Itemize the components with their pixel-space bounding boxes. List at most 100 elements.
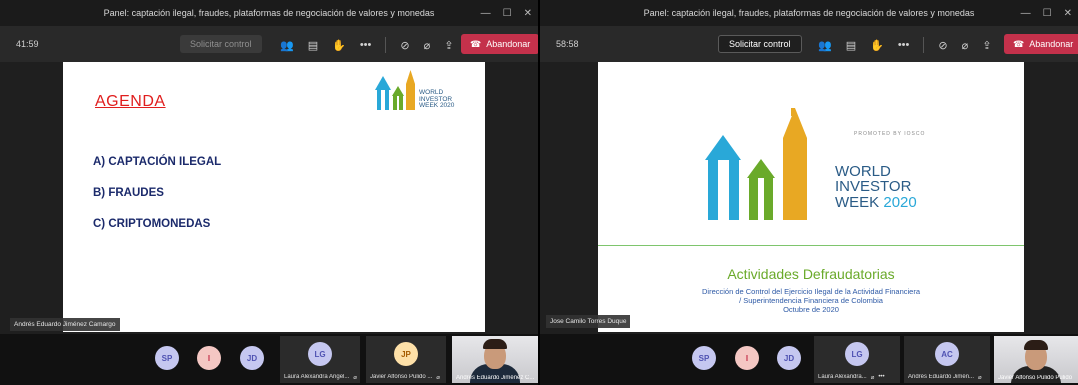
participant-avatar-jd[interactable]: JD xyxy=(240,346,264,370)
participant-tile-label: Laura Alexandra Angel... ⌀ xyxy=(284,374,358,381)
mic-off-icon[interactable]: ⌀ xyxy=(962,39,969,52)
participant-avatar-lg: LG xyxy=(308,342,332,366)
presenter-name-tag: Jose Camilo Torres Duque xyxy=(546,315,631,328)
mic-off-icon: ⌀ xyxy=(978,375,982,381)
more-icon[interactable]: ••• xyxy=(878,374,884,381)
participant-tile-lg[interactable]: LG Laura Alexandra... ⌀ ••• xyxy=(814,336,900,383)
window-title: Panel: captación ilegal, fraudes, plataf… xyxy=(643,8,975,18)
phone-icon: ☎ xyxy=(470,38,482,49)
participant-avatar-sp[interactable]: SP xyxy=(692,346,716,370)
more-icon[interactable]: ••• xyxy=(360,39,372,51)
participant-avatar-jd[interactable]: JD xyxy=(777,346,801,370)
leave-button-label: Abandonar xyxy=(1029,39,1074,49)
participant-tile-jp[interactable]: JP Javier Alfonso Pulido ... ⌀ xyxy=(366,336,446,383)
participants-icon[interactable]: 👥 xyxy=(280,39,294,52)
minimize-icon[interactable]: — xyxy=(481,8,491,19)
share-icon[interactable]: ⇪ xyxy=(982,39,991,52)
chat-icon[interactable]: ▤ xyxy=(308,39,318,52)
camera-tile[interactable]: Andrés Eduardo Jiménez C... xyxy=(452,336,538,383)
participant-tile-ac[interactable]: AC Andrés Eduardo Jimén... ⌀ xyxy=(904,336,990,383)
share-icon[interactable]: ⇪ xyxy=(444,39,453,52)
title-bar: Panel: captación ilegal, fraudes, plataf… xyxy=(0,0,538,26)
camera-tile[interactable]: Javier Alfonso Pulido Pulido xyxy=(994,336,1078,383)
logo-line-3: WEEK 2020 xyxy=(419,102,455,109)
teams-window-left: Panel: captación ilegal, fraudes, plataf… xyxy=(0,0,538,385)
teams-window-right: Panel: captación ilegal, fraudes, plataf… xyxy=(540,0,1078,385)
pencils-logo-icon xyxy=(705,108,807,220)
pencils-logo-icon xyxy=(375,70,415,110)
mic-off-icon: ⌀ xyxy=(436,375,440,381)
camera-tile-label: Andrés Eduardo Jiménez C... xyxy=(456,375,536,381)
slide-title: Actividades Defraudatorias xyxy=(727,266,895,282)
participant-avatar-i[interactable]: I xyxy=(735,346,759,370)
agenda-item-1: A) CAPTACIÓN ILEGAL xyxy=(93,156,222,168)
green-divider xyxy=(598,245,1024,246)
toolbar-icons: 👥 ▤ ✋ ••• ⊘ ⌀ ⇪ xyxy=(818,37,991,53)
maximize-icon[interactable]: ☐ xyxy=(1043,8,1052,19)
camera-off-icon[interactable]: ⊘ xyxy=(400,39,409,52)
meeting-toolbar: 41:59 Solicitar control 👥 ▤ ✋ ••• ⊘ ⌀ ⇪ … xyxy=(0,26,538,62)
maximize-icon[interactable]: ☐ xyxy=(503,8,512,19)
agenda-item-2: B) FRAUDES xyxy=(93,187,164,199)
participant-strip: SP I JD LG Laura Alexandra... ⌀ ••• AC A… xyxy=(540,334,1078,385)
request-control-button[interactable]: Solicitar control xyxy=(180,35,262,53)
meeting-toolbar: 58:58 Solicitar control 👥 ▤ ✋ ••• ⊘ ⌀ ⇪ … xyxy=(540,26,1078,62)
logo-year: 2020 xyxy=(883,193,917,211)
phone-icon: ☎ xyxy=(1013,38,1025,49)
participant-tile-lg[interactable]: LG Laura Alexandra Angel... ⌀ xyxy=(280,336,360,383)
participant-avatar-sp[interactable]: SP xyxy=(155,346,179,370)
participant-tile-label: Laura Alexandra... ⌀ ••• xyxy=(818,374,898,381)
presenter-name-tag: Andrés Eduardo Jiménez Camargo xyxy=(10,318,120,331)
wiw-wordmark: WORLD INVESTOR WEEK 2020 xyxy=(835,164,917,210)
person-hair xyxy=(483,339,507,349)
window-controls: — ☐ ✕ xyxy=(1021,0,1072,26)
request-control-button[interactable]: Solicitar control xyxy=(718,35,802,53)
leave-button[interactable]: ☎ Abandonar xyxy=(1004,34,1078,54)
participant-strip: SP I JD LG Laura Alexandra Angel... ⌀ JP… xyxy=(0,334,538,385)
camera-participant-name: Javier Alfonso Pulido Pulido xyxy=(998,375,1073,381)
raise-hand-icon[interactable]: ✋ xyxy=(332,39,346,52)
agenda-item-3: C) CRIPTOMONEDAS xyxy=(93,218,211,230)
logo-line-2: INVESTOR xyxy=(835,178,912,196)
camera-tile-label: Javier Alfonso Pulido Pulido xyxy=(998,375,1076,381)
world-investor-week-logo: WORLD INVESTOR WEEK 2020 xyxy=(375,68,475,116)
raise-hand-icon[interactable]: ✋ xyxy=(870,39,884,52)
camera-off-icon[interactable]: ⊘ xyxy=(938,39,947,52)
mic-off-icon[interactable]: ⌀ xyxy=(424,39,431,52)
participant-name: Laura Alexandra... xyxy=(818,374,867,380)
close-icon[interactable]: ✕ xyxy=(1064,8,1072,19)
minimize-icon[interactable]: — xyxy=(1021,8,1031,19)
participant-tile-label: Andrés Eduardo Jimén... ⌀ xyxy=(908,374,988,381)
participants-icon[interactable]: 👥 xyxy=(818,39,832,52)
mic-off-icon: ⌀ xyxy=(870,375,875,381)
toolbar-divider xyxy=(923,37,925,53)
leave-button[interactable]: ☎ Abandonar xyxy=(461,34,538,54)
toolbar-icons: 👥 ▤ ✋ ••• ⊘ ⌀ ⇪ xyxy=(280,37,453,53)
participant-avatar-ac: AC xyxy=(935,342,959,366)
chat-icon[interactable]: ▤ xyxy=(846,39,856,52)
mic-off-icon: ⌀ xyxy=(353,375,358,381)
more-icon[interactable]: ••• xyxy=(898,39,910,51)
agenda-heading: AGENDA xyxy=(95,93,166,110)
participant-name: Javier Alfonso Pulido ... xyxy=(370,374,433,380)
meeting-timer: 58:58 xyxy=(556,39,579,49)
shared-screen-stage: AGENDA A) CAPTACIÓN ILEGAL B) FRAUDES C)… xyxy=(0,62,538,334)
participant-tile-label: Javier Alfonso Pulido ... ⌀ xyxy=(370,374,444,381)
wiw-title-slide: PROMOTED BY IOSCO WORLD INVESTOR WEEK 20… xyxy=(598,62,1024,332)
window-controls: — ☐ ✕ xyxy=(481,0,532,26)
participant-name: Laura Alexandra Angel... xyxy=(284,374,350,380)
camera-participant-name: Andrés Eduardo Jiménez C... xyxy=(456,375,535,381)
leave-button-label: Abandonar xyxy=(486,39,531,49)
slide-subtitle-line-3: Octubre de 2020 xyxy=(783,305,839,314)
logo-line-1: WORLD xyxy=(835,163,891,180)
toolbar-divider xyxy=(385,37,387,53)
participant-avatar-i[interactable]: I xyxy=(197,346,221,370)
promoted-by-label: PROMOTED BY IOSCO xyxy=(854,131,926,137)
window-title: Panel: captación ilegal, fraudes, plataf… xyxy=(103,8,435,18)
logo-week: WEEK xyxy=(835,193,880,211)
person-hair xyxy=(1024,340,1048,350)
close-icon[interactable]: ✕ xyxy=(524,8,532,19)
agenda-slide: AGENDA A) CAPTACIÓN ILEGAL B) FRAUDES C)… xyxy=(63,62,485,332)
title-bar: Panel: captación ilegal, fraudes, plataf… xyxy=(540,0,1078,26)
participant-avatar-jp: JP xyxy=(394,342,418,366)
